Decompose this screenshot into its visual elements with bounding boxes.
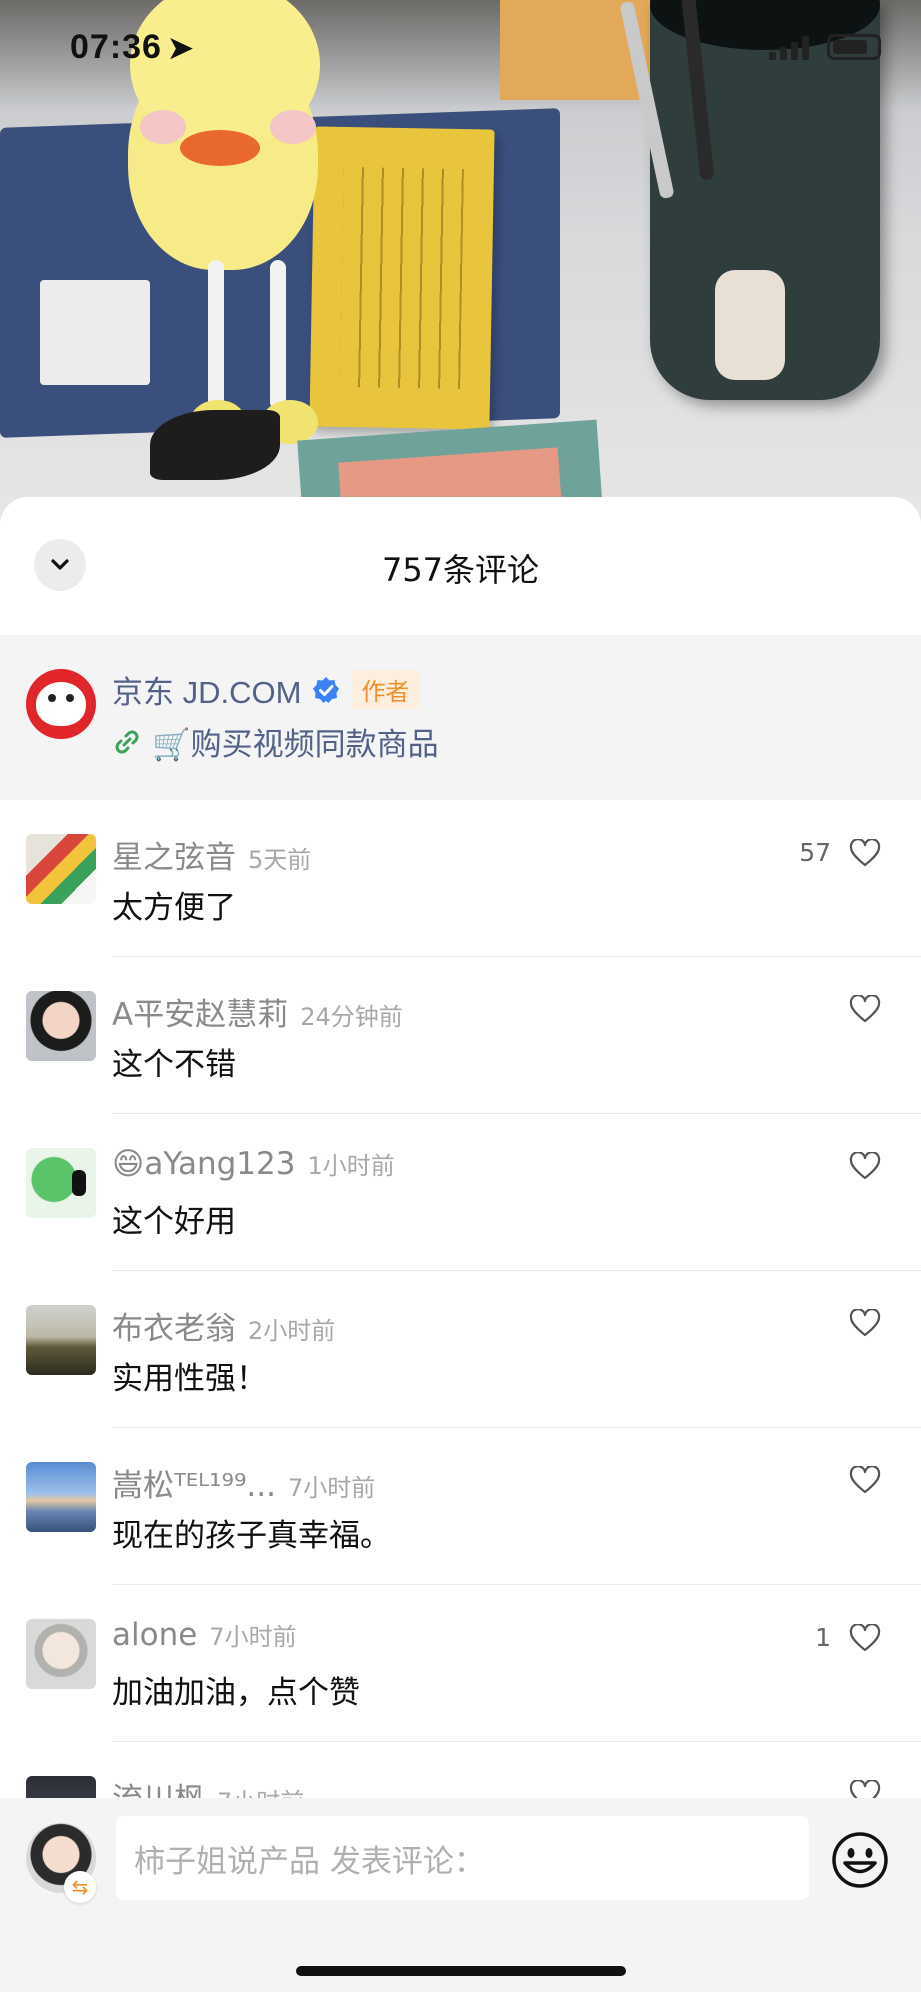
comment-item[interactable]: A平安赵慧莉 24分钟前 这个不错 <box>0 957 921 1114</box>
commenter-name[interactable]: 星之弦音 <box>112 832 236 877</box>
commenter-avatar[interactable] <box>26 1462 96 1532</box>
comment-time: 7小时前 <box>209 1623 297 1651</box>
battery-icon <box>827 34 881 60</box>
comment-item[interactable]: 星之弦音 5天前 太方便了 57 <box>0 800 921 957</box>
comment-time: 1小时前 <box>307 1152 395 1180</box>
comment-time: 5天前 <box>248 846 312 874</box>
like-count: 57 <box>799 838 831 867</box>
like-button[interactable] <box>831 995 881 1023</box>
like-count: 1 <box>815 1623 831 1652</box>
like-button[interactable] <box>831 1309 881 1337</box>
comment-count-title: 757条评论 <box>381 551 540 589</box>
comment-time: 2小时前 <box>248 1317 336 1345</box>
heart-icon <box>849 1152 881 1180</box>
jd-dog-logo <box>36 682 86 726</box>
comments-list: 星之弦音 5天前 太方便了 57 A平安赵慧莉 24分钟前 这个不错 😄aYang1… <box>0 800 921 1899</box>
status-time: 07:36 ➤ <box>70 28 195 66</box>
comments-sheet: 757条评论 京东 JD.COM 作者 🛒购买视频同款商品 星之弦音 5天前 太… <box>0 497 921 1992</box>
author-tag: 作者 <box>351 670 420 709</box>
comment-time: 24分钟前 <box>300 1003 403 1031</box>
heart-icon <box>849 995 881 1023</box>
home-indicator[interactable] <box>296 1966 626 1976</box>
commenter-avatar[interactable] <box>26 1148 96 1218</box>
status-indicators <box>769 34 881 60</box>
comment-text: 这个不错 <box>112 1047 236 1083</box>
switch-account-icon[interactable]: ⇆ <box>64 1871 96 1903</box>
comment-item[interactable]: 😄aYang123 1小时前 这个好用 <box>0 1114 921 1271</box>
commenter-avatar[interactable] <box>26 834 96 904</box>
comment-input-bar: ⇆ 柿子姐说产品 发表评论： <box>0 1798 921 1992</box>
comment-text: 太方便了 <box>112 890 236 926</box>
commenter-avatar[interactable] <box>26 1305 96 1375</box>
commenter-name[interactable]: 布衣老翁 <box>112 1303 236 1348</box>
like-button[interactable]: 1 <box>815 1623 881 1652</box>
comment-time: 7小时前 <box>287 1474 376 1502</box>
heart-icon <box>849 1466 881 1494</box>
comment-text: 加油加油，点个赞 <box>112 1675 360 1711</box>
like-button[interactable]: 57 <box>799 838 881 867</box>
commenter-avatar[interactable] <box>26 991 96 1061</box>
heart-icon <box>849 838 881 866</box>
comment-item[interactable]: alone 7小时前 加油加油，点个赞 1 <box>0 1585 921 1742</box>
location-arrow-icon: ➤ <box>167 32 195 65</box>
author-name-row: 京东 JD.COM 作者 <box>112 667 420 712</box>
commenter-name[interactable]: 嵩松ᵀᴱᴸ¹⁹⁹... <box>112 1460 276 1505</box>
comment-text: 这个好用 <box>112 1204 236 1240</box>
video-yellow-book <box>309 126 495 430</box>
like-button[interactable] <box>831 1152 881 1180</box>
author-avatar[interactable] <box>26 669 96 739</box>
video-duck-cheek <box>140 110 186 144</box>
author-card[interactable]: 京东 JD.COM 作者 🛒购买视频同款商品 <box>0 635 921 800</box>
heart-icon <box>849 1309 881 1337</box>
video-black-figure <box>150 410 280 480</box>
commenter-name[interactable]: alone <box>112 1617 197 1653</box>
emoji-icon[interactable] <box>830 1830 890 1890</box>
video-duck-cheek <box>270 110 316 144</box>
video-duck-beak <box>180 130 260 166</box>
commenter-avatar[interactable] <box>26 1619 96 1689</box>
comment-text: 实用性强！ <box>112 1361 267 1397</box>
comment-item[interactable]: 嵩松ᵀᴱᴸ¹⁹⁹... 7小时前 现在的孩子真幸福。 <box>0 1428 921 1585</box>
commenter-name[interactable]: A平安赵慧莉 <box>112 989 288 1034</box>
video-background[interactable]: 07:36 ➤ <box>0 0 921 520</box>
video-mug-doll <box>715 270 785 380</box>
comment-text: 现在的孩子真幸福。 <box>112 1518 391 1554</box>
sheet-header: 757条评论 <box>0 497 921 635</box>
comment-item[interactable]: 布衣老翁 2小时前 实用性强！ <box>0 1271 921 1428</box>
signal-icon <box>769 34 813 60</box>
verified-badge-icon <box>313 676 340 703</box>
comment-input-placeholder: 柿子姐说产品 发表评论： <box>134 1843 485 1880</box>
like-button[interactable] <box>831 1466 881 1494</box>
link-icon <box>115 730 139 753</box>
commenter-name[interactable]: 😄aYang123 <box>112 1146 295 1182</box>
video-duck-leg <box>270 260 286 410</box>
heart-icon <box>849 1623 881 1651</box>
video-duck-leg <box>208 260 224 410</box>
product-link-label: 🛒购买视频同款商品 <box>152 727 439 763</box>
author-name[interactable]: 京东 JD.COM <box>112 667 301 712</box>
video-white-book <box>40 280 150 385</box>
product-link[interactable]: 🛒购买视频同款商品 <box>112 719 439 764</box>
comment-input[interactable]: 柿子姐说产品 发表评论： <box>116 1816 809 1900</box>
